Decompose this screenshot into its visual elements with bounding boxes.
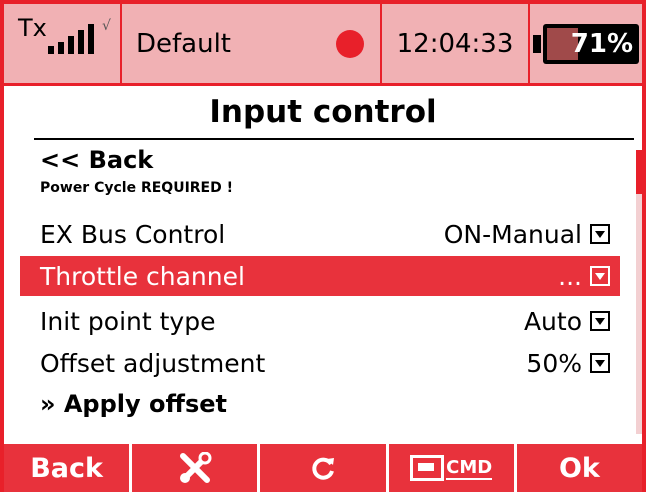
refresh-icon: [312, 457, 334, 480]
row-value: 50%: [526, 348, 582, 378]
signal-check-icon: √: [102, 18, 111, 34]
battery-icon: 71%: [543, 23, 639, 64]
tools-button[interactable]: [132, 444, 261, 492]
refresh-button[interactable]: [260, 444, 389, 492]
dropdown-arrow-icon[interactable]: [590, 353, 610, 373]
apply-offset-item[interactable]: » Apply offset: [40, 390, 227, 418]
power-cycle-notice: Power Cycle REQUIRED !: [40, 180, 233, 196]
cmd-icon: CMD: [410, 455, 493, 481]
battery-percent: 71%: [570, 28, 633, 59]
back-menu-item[interactable]: << Back: [40, 146, 153, 174]
back-button[interactable]: Back: [4, 444, 133, 492]
ok-button-label: Ok: [558, 452, 600, 484]
dropdown-arrow-icon[interactable]: [590, 311, 610, 331]
cmd-button[interactable]: CMD: [389, 444, 517, 492]
status-bar: Tx √ Default 12:04:33 71%: [4, 4, 642, 86]
tools-icon: [179, 452, 212, 483]
softkey-bar: Back CMD Ok: [4, 444, 642, 492]
signal-bars-icon: [48, 24, 94, 54]
dropdown-arrow-icon[interactable]: [590, 224, 610, 244]
back-button-label: Back: [30, 452, 103, 484]
row-label: Offset adjustment: [40, 348, 266, 378]
model-profile[interactable]: Default: [122, 4, 382, 83]
dropdown-arrow-icon[interactable]: [590, 266, 610, 286]
time-text: 12:04:33: [396, 28, 514, 59]
cmd-label: CMD: [446, 456, 493, 480]
ok-button[interactable]: Ok: [517, 444, 642, 492]
row-label: Init point type: [40, 306, 216, 336]
row-value: ON-Manual: [443, 219, 582, 249]
transmitter-icon: [410, 455, 445, 481]
row-label: EX Bus Control: [40, 219, 226, 249]
record-indicator-icon: [336, 29, 364, 58]
menu-row-offset-adjustment[interactable]: Offset adjustment 50%: [20, 343, 620, 383]
menu-row-throttle-channel[interactable]: Throttle channel ...: [20, 256, 620, 296]
page-title: Input control: [209, 94, 437, 130]
menu-row-ex-bus-control[interactable]: EX Bus Control ON-Manual: [20, 214, 620, 254]
battery-indicator: 71%: [530, 4, 642, 83]
profile-name: Default: [136, 28, 231, 59]
row-value: Auto: [523, 306, 582, 336]
menu-row-init-point-type[interactable]: Init point type Auto: [20, 301, 620, 341]
battery-nub: [533, 34, 541, 53]
row-value: ...: [558, 261, 582, 291]
scrollbar[interactable]: [636, 150, 642, 434]
row-label: Throttle channel: [40, 261, 245, 291]
device-screen: Tx √ Default 12:04:33 71% Input control …: [0, 0, 646, 492]
tx-label: Tx: [18, 14, 47, 42]
signal-indicator: Tx √: [4, 4, 122, 83]
scrollbar-thumb[interactable]: [636, 150, 642, 194]
clock: 12:04:33: [382, 4, 530, 83]
title-divider: [34, 138, 634, 140]
